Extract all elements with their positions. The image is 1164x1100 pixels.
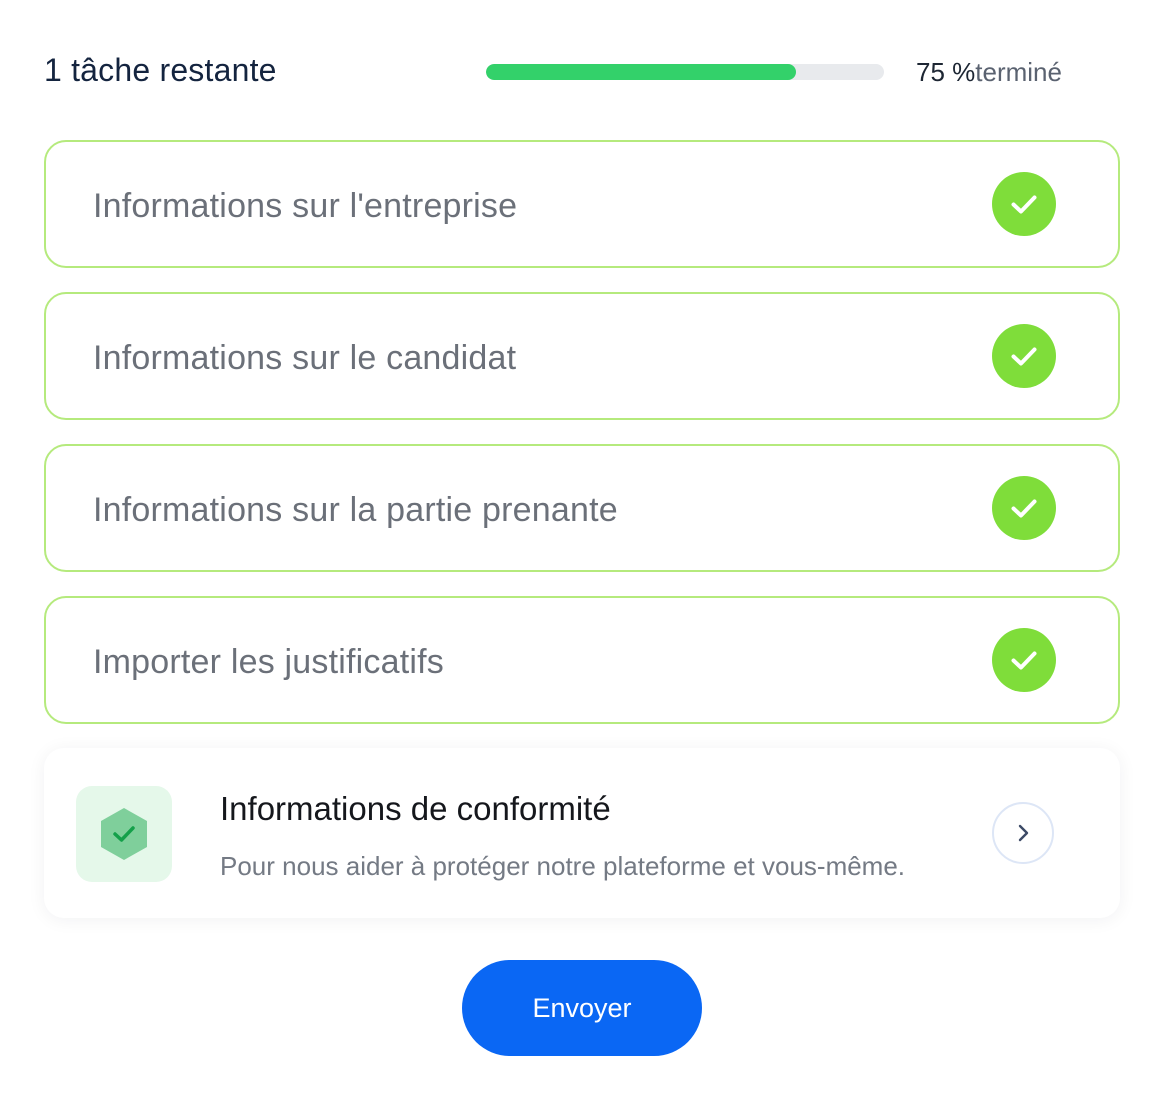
progress-suffix: terminé [975,57,1062,87]
progress-label: 75 %terminé [916,57,1062,88]
chevron-right-icon [1018,824,1029,842]
compliance-card[interactable]: Informations de conformité Pour nous aid… [44,748,1120,918]
check-icon [992,628,1056,692]
check-icon [992,476,1056,540]
progress-bar [486,64,884,80]
check-icon [992,172,1056,236]
task-label: Informations sur le candidat [93,339,517,377]
task-label: Importer les justificatifs [93,643,444,681]
task-label: Informations sur la partie prenante [93,491,618,529]
task-label: Informations sur l'entreprise [93,187,518,225]
task-card-stakeholder-info[interactable]: Informations sur la partie prenante [44,444,1120,572]
compliance-subtitle: Pour nous aider à protéger notre platefo… [220,851,906,881]
shield-check-icon [76,786,172,882]
task-card-upload-documents[interactable]: Importer les justificatifs [44,596,1120,724]
task-checklist-panel: 1 tâche restante 75 %terminé Information… [0,0,1164,1100]
check-icon [992,324,1056,388]
task-card-candidate-info[interactable]: Informations sur le candidat [44,292,1120,420]
progress-percent: 75 % [916,57,976,87]
progress-bar-fill [486,64,796,80]
remaining-tasks-label: 1 tâche restante [44,52,277,88]
submit-button[interactable]: Envoyer [462,960,702,1056]
task-card-company-info[interactable]: Informations sur l'entreprise [44,140,1120,268]
compliance-open-button[interactable] [992,802,1054,864]
compliance-title: Informations de conformité [220,790,611,827]
